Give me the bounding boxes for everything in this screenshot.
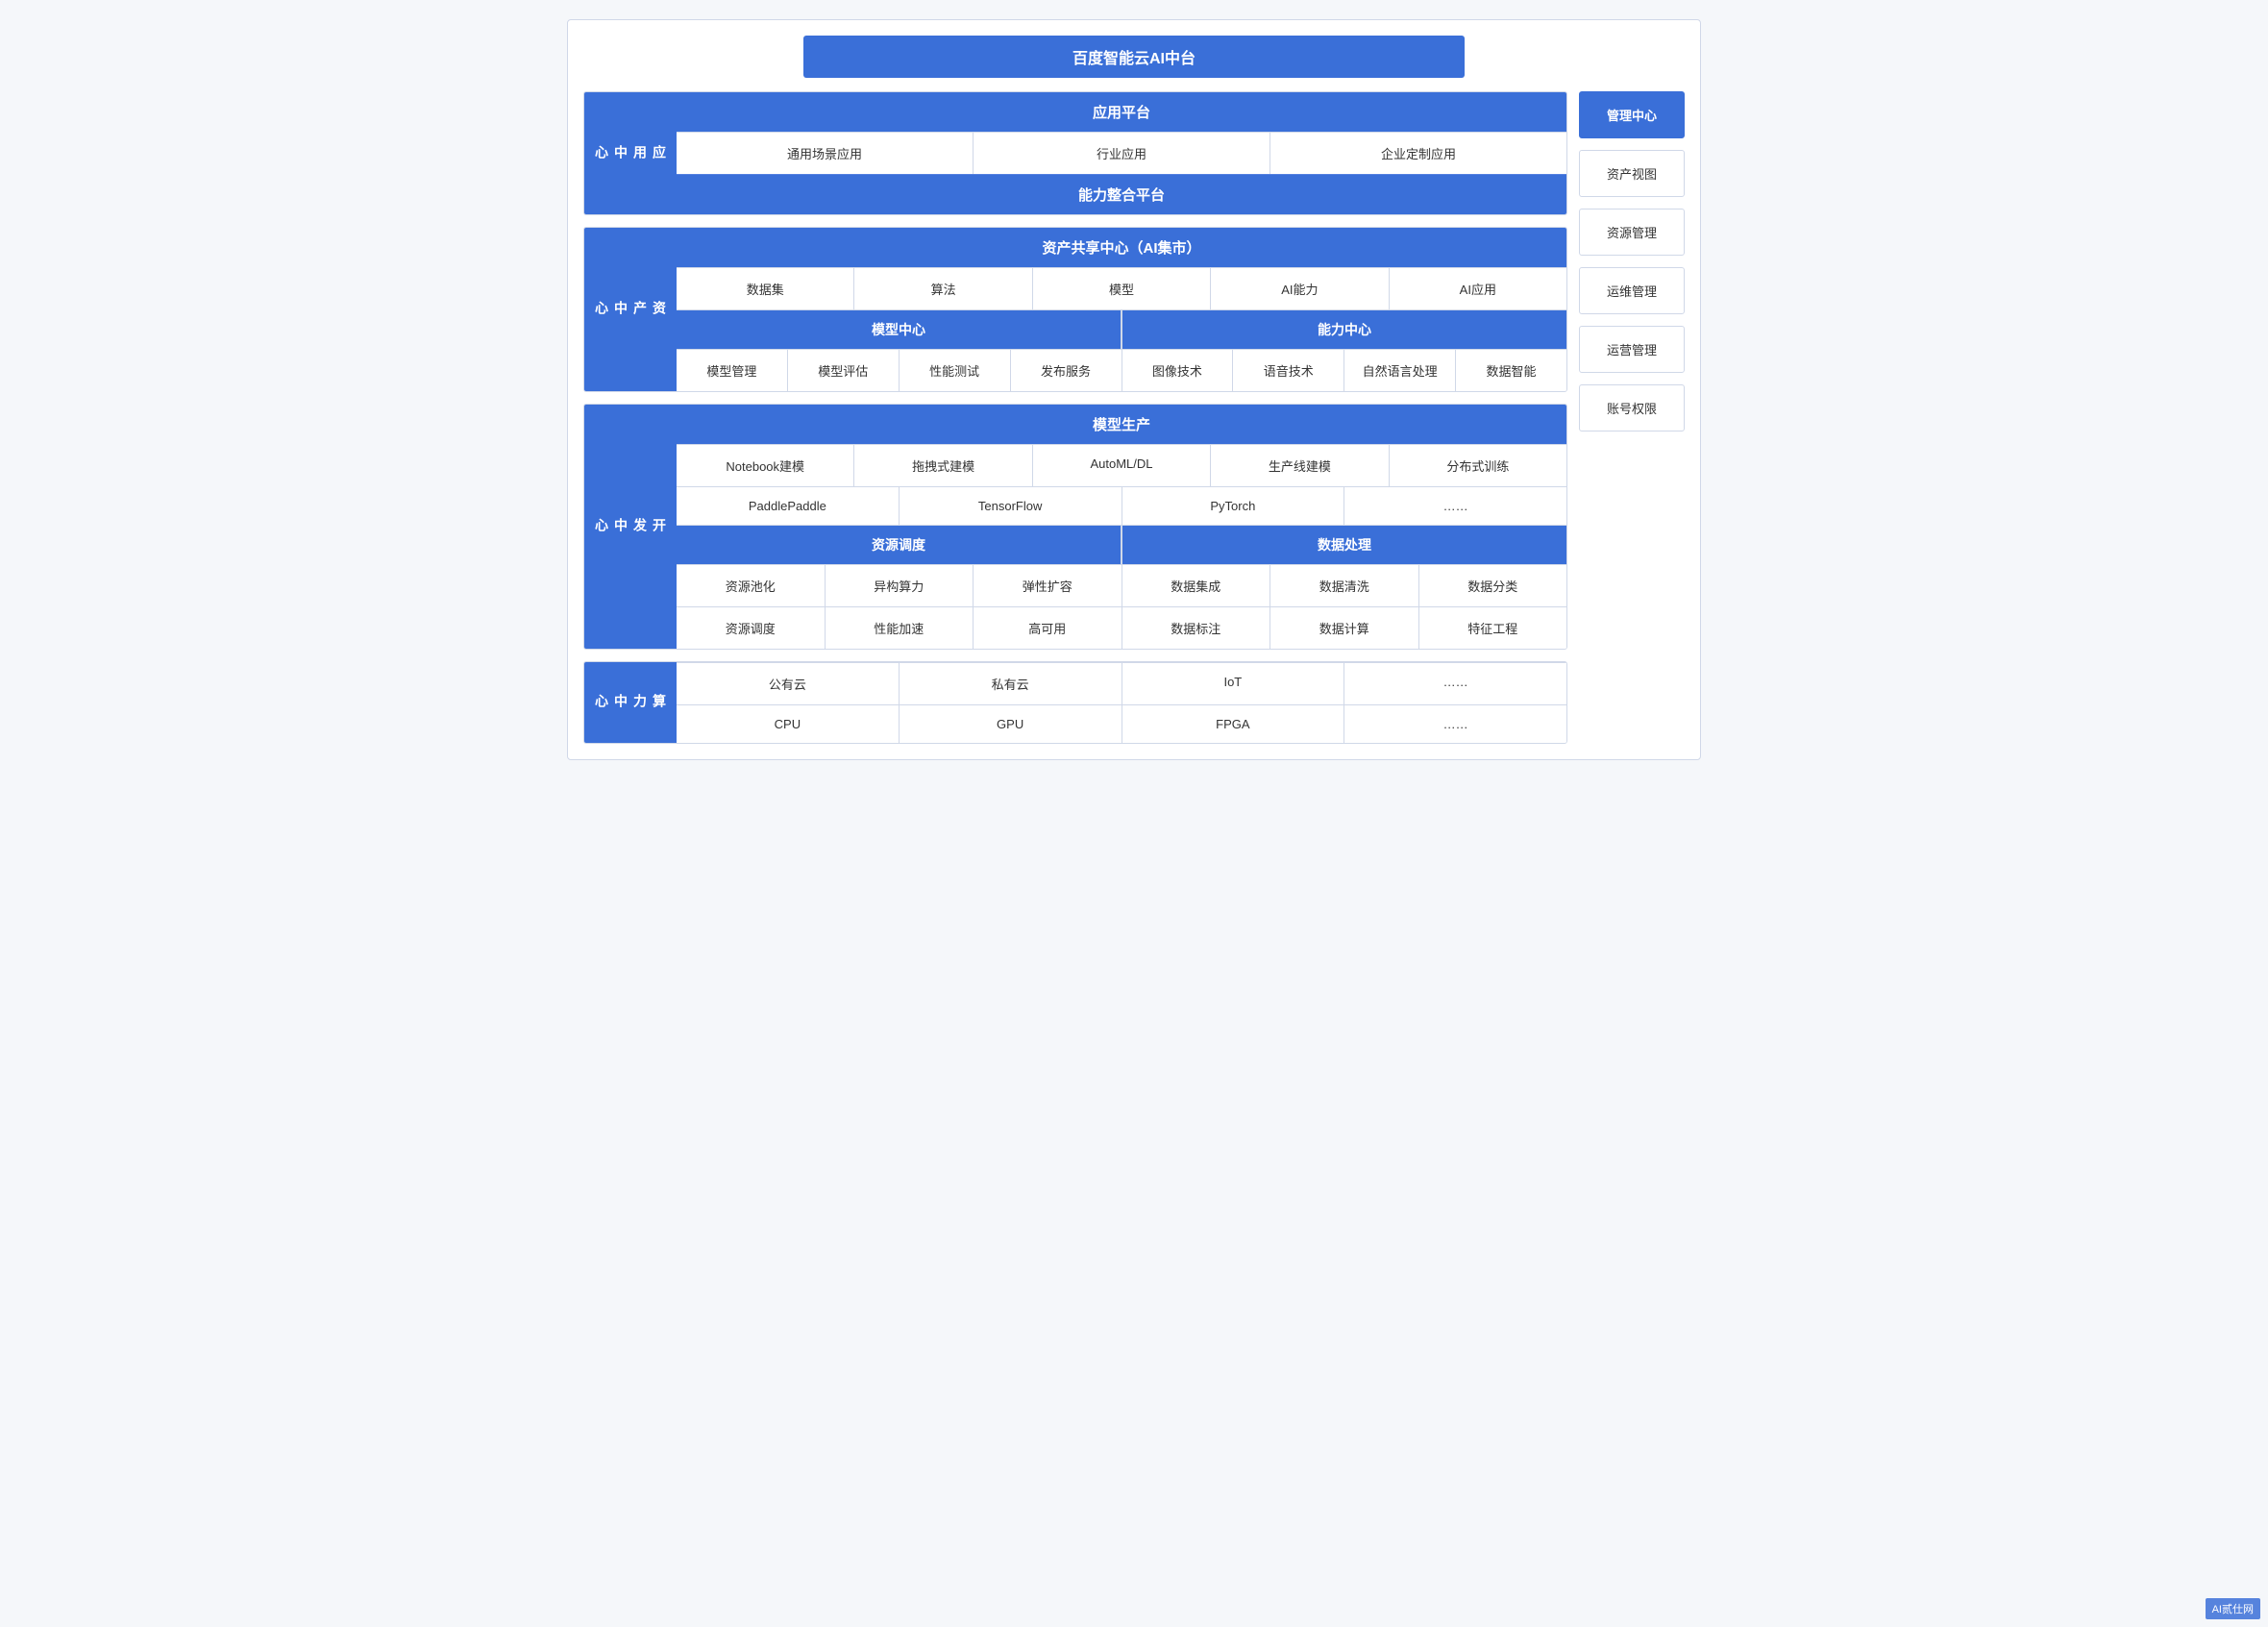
cell-ability-4: 数据智能: [1456, 350, 1566, 391]
body-suanli: 公有云 私有云 IoT …… CPU GPU FPGA ……: [677, 662, 1566, 743]
integration-bar: 能力整合平台: [677, 174, 1566, 214]
main-title: 百度智能云AI中台: [803, 36, 1465, 78]
main-container: 百度智能云AI中台 应用中心 应用平台 通用场景应用 行业应用 企业定制应用 能…: [567, 19, 1701, 760]
sidebar-item-4: 运营管理: [1579, 326, 1685, 373]
label-zichan: 资产中心: [584, 228, 677, 391]
section-yingyong: 应用中心 应用平台 通用场景应用 行业应用 企业定制应用 能力整合平台: [583, 91, 1567, 215]
kaifa-centers: 资源调度 数据处理: [677, 525, 1566, 564]
cell-model-1: 模型管理: [677, 350, 788, 391]
kaifa-cell-4: 生产线建模: [1211, 445, 1389, 486]
framework-1: PaddlePaddle: [677, 487, 900, 525]
cell-yingyong-3: 企业定制应用: [1270, 133, 1566, 174]
cell-zichan-3: 模型: [1033, 268, 1211, 309]
cell-yingyong-2: 行业应用: [974, 133, 1270, 174]
kaifa-cell-2: 拖拽式建模: [854, 445, 1032, 486]
suanli-cell-3: IoT: [1122, 663, 1345, 704]
framework-2: TensorFlow: [900, 487, 1122, 525]
res-cell-3: 弹性扩容: [974, 565, 1122, 606]
res-cell-2: 异构算力: [826, 565, 974, 606]
section-suanli: 算力中心 公有云 私有云 IoT …… CPU GPU FPGA ……: [583, 661, 1567, 744]
sidebar-item-5: 账号权限: [1579, 384, 1685, 431]
suanli-cell-2: 私有云: [900, 663, 1122, 704]
cell-ability-3: 自然语言处理: [1344, 350, 1456, 391]
framework-4: ……: [1344, 487, 1566, 525]
data-cell-4: 数据标注: [1122, 607, 1271, 649]
kaifa-row1: Notebook建模 拖拽式建模 AutoML/DL 生产线建模 分布式训练: [677, 444, 1566, 486]
model-center-bar: 模型中心: [677, 310, 1122, 349]
right-sidebar: 管理中心 资产视图 资源管理 运维管理 运营管理 账号权限: [1579, 91, 1685, 431]
data-cell-5: 数据计算: [1270, 607, 1419, 649]
kaifa-sub2: 资源调度 性能加速 高可用 数据标注 数据计算 特征工程: [677, 606, 1566, 649]
suanli-cell-8: ……: [1344, 705, 1566, 743]
cell-yingyong-1: 通用场景应用: [677, 133, 974, 174]
watermark: AI贰仕网: [2206, 1598, 2260, 1619]
data-processing-bar: 数据处理: [1122, 526, 1566, 564]
suanli-cell-7: FPGA: [1122, 705, 1345, 743]
res-cell-4: 资源调度: [677, 607, 826, 649]
label-suanli: 算力中心: [584, 662, 677, 743]
sidebar-item-1: 资产视图: [1579, 150, 1685, 197]
sidebar-item-3: 运维管理: [1579, 267, 1685, 314]
suanli-row2: CPU GPU FPGA ……: [677, 704, 1566, 743]
suanli-row1: 公有云 私有云 IoT ……: [677, 662, 1566, 704]
kaifa-sub1: 资源池化 异构算力 弹性扩容 数据集成 数据清洗 数据分类: [677, 564, 1566, 606]
cell-model-4: 发布服务: [1011, 350, 1122, 391]
body-kaifa: 模型生产 Notebook建模 拖拽式建模 AutoML/DL 生产线建模 分布…: [677, 405, 1566, 649]
zichan-row1: 数据集 算法 模型 AI能力 AI应用: [677, 267, 1566, 309]
kaifa-cell-1: Notebook建模: [677, 445, 854, 486]
res-cell-1: 资源池化: [677, 565, 826, 606]
framework-3: PyTorch: [1122, 487, 1345, 525]
suanli-cell-5: CPU: [677, 705, 900, 743]
cell-ability-1: 图像技术: [1122, 350, 1234, 391]
cell-zichan-2: 算法: [854, 268, 1032, 309]
zichan-centers: 模型中心 能力中心: [677, 309, 1566, 349]
platform-bar: 应用平台: [677, 92, 1566, 132]
cell-model-3: 性能测试: [900, 350, 1011, 391]
ability-center-bar: 能力中心: [1122, 310, 1566, 349]
section-zichan: 资产中心 资产共享中心（AI集市） 数据集 算法 模型 AI能力 AI应用 模型…: [583, 227, 1567, 392]
res-cell-6: 高可用: [974, 607, 1122, 649]
resource-dispatch-bar: 资源调度: [677, 526, 1122, 564]
data-cell-6: 特征工程: [1419, 607, 1567, 649]
section-kaifa: 开发中心 模型生产 Notebook建模 拖拽式建模 AutoML/DL 生产线…: [583, 404, 1567, 650]
suanli-cell-4: ……: [1344, 663, 1566, 704]
body-zichan: 资产共享中心（AI集市） 数据集 算法 模型 AI能力 AI应用 模型中心 能力…: [677, 228, 1566, 391]
cell-model-2: 模型评估: [788, 350, 900, 391]
left-content: 应用中心 应用平台 通用场景应用 行业应用 企业定制应用 能力整合平台 资产中心…: [583, 91, 1567, 744]
kaifa-cell-5: 分布式训练: [1390, 445, 1566, 486]
kaifa-cell-3: AutoML/DL: [1033, 445, 1211, 486]
data-cell-3: 数据分类: [1419, 565, 1567, 606]
suanli-cell-6: GPU: [900, 705, 1122, 743]
res-cell-5: 性能加速: [826, 607, 974, 649]
label-kaifa: 开发中心: [584, 405, 677, 649]
model-prod-bar: 模型生产: [677, 405, 1566, 444]
sidebar-top: 管理中心: [1579, 91, 1685, 138]
cell-ability-2: 语音技术: [1233, 350, 1344, 391]
suanli-cell-1: 公有云: [677, 663, 900, 704]
label-yingyong: 应用中心: [584, 92, 677, 214]
yingyong-row1: 通用场景应用 行业应用 企业定制应用: [677, 132, 1566, 174]
data-cell-2: 数据清洗: [1270, 565, 1419, 606]
body-yingyong: 应用平台 通用场景应用 行业应用 企业定制应用 能力整合平台: [677, 92, 1566, 214]
main-layout: 应用中心 应用平台 通用场景应用 行业应用 企业定制应用 能力整合平台 资产中心…: [583, 91, 1685, 744]
sharing-bar: 资产共享中心（AI集市）: [677, 228, 1566, 267]
sidebar-item-2: 资源管理: [1579, 209, 1685, 256]
cell-zichan-4: AI能力: [1211, 268, 1389, 309]
data-cell-1: 数据集成: [1122, 565, 1271, 606]
kaifa-frameworks: PaddlePaddle TensorFlow PyTorch ……: [677, 486, 1566, 525]
cell-zichan-1: 数据集: [677, 268, 854, 309]
zichan-sub-row: 模型管理 模型评估 性能测试 发布服务 图像技术 语音技术 自然语言处理 数据智…: [677, 349, 1566, 391]
cell-zichan-5: AI应用: [1390, 268, 1566, 309]
